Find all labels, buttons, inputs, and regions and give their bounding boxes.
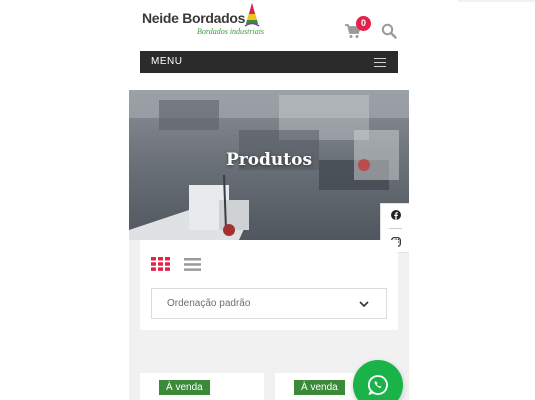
logo-title: Neide Bordados <box>142 10 246 26</box>
shop-controls: Ordenação padrão <box>140 240 398 330</box>
top-divider <box>458 0 535 2</box>
grid-view-icon[interactable] <box>151 257 170 271</box>
menu-label: MENU <box>151 56 183 67</box>
hamburger-icon <box>374 58 386 67</box>
logo-subtitle: Bordados industriais <box>197 27 265 36</box>
hero-banner: Produtos <box>129 90 409 240</box>
search-icon[interactable] <box>381 23 397 39</box>
cart-count-badge: 0 <box>356 16 371 31</box>
chevron-down-icon <box>359 301 369 308</box>
logo-mark-icon <box>244 3 260 27</box>
menu-toggle-bar[interactable]: MENU <box>140 51 398 73</box>
sort-select-value: Ordenação padrão <box>167 298 251 309</box>
page-title: Produtos <box>225 150 313 170</box>
list-view-icon[interactable] <box>184 258 201 271</box>
whatsapp-icon <box>367 375 388 395</box>
sale-badge: À venda <box>159 380 210 395</box>
product-card[interactable]: À venda <box>140 373 264 400</box>
facebook-icon[interactable] <box>391 210 401 220</box>
sort-select[interactable]: Ordenação padrão <box>151 288 387 319</box>
site-logo[interactable]: Neide Bordados Bordados industriais <box>140 2 264 38</box>
social-divider <box>389 228 402 229</box>
sale-badge: À venda <box>294 380 345 395</box>
